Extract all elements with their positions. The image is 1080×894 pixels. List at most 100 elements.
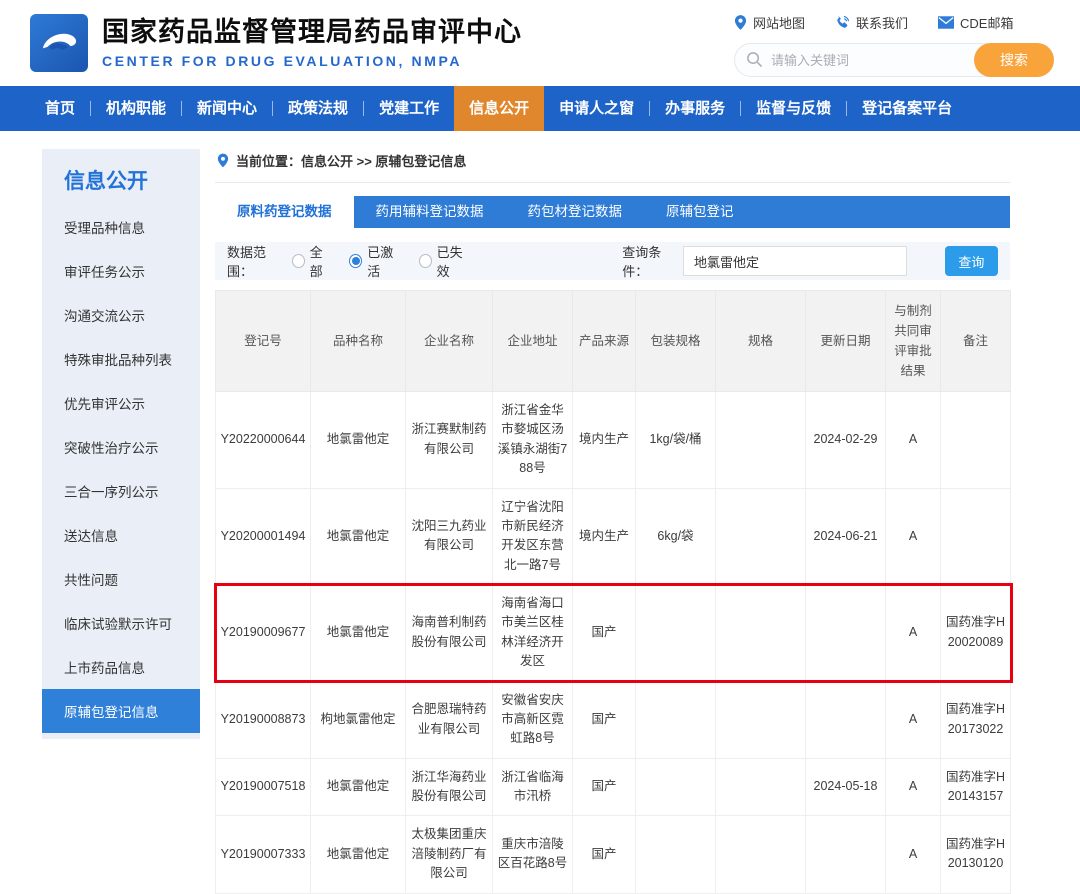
nav-item-2[interactable]: 新闻中心 xyxy=(182,86,272,131)
nav-item-9[interactable]: 登记备案平台 xyxy=(847,86,967,131)
table-cell-3-0: Y20190008873 xyxy=(216,681,311,758)
radio-icon[interactable] xyxy=(419,254,432,268)
sidebar-item-11[interactable]: 原辅包登记信息 xyxy=(42,689,200,733)
nav-item-6[interactable]: 申请人之窗 xyxy=(544,86,649,131)
sidebar-item-0[interactable]: 受理品种信息 xyxy=(42,205,200,249)
nav-item-4[interactable]: 党建工作 xyxy=(364,86,454,131)
table-row: Y20190007333地氯雷他定太极集团重庆涪陵制药厂有限公司重庆市涪陵区百花… xyxy=(216,816,1011,893)
site-search: 搜索 xyxy=(734,43,1054,77)
envelope-icon xyxy=(938,16,954,29)
column-header-0: 登记号 xyxy=(216,291,311,392)
tab-1[interactable]: 药用辅料登记数据 xyxy=(354,196,506,228)
sitemap-label: 网站地图 xyxy=(753,13,805,32)
column-header-8: 与制剂共同审评审批结果 xyxy=(886,291,941,392)
sidebar-items: 受理品种信息审评任务公示沟通交流公示特殊审批品种列表优先审评公示突破性治疗公示三… xyxy=(42,205,200,733)
table-cell-4-7: 2024-05-18 xyxy=(806,758,886,816)
tab-0[interactable]: 原料药登记数据 xyxy=(215,196,354,228)
table-cell-3-7 xyxy=(806,681,886,758)
table-cell-0-3: 浙江省金华市婺城区汤溪镇永湖街788号 xyxy=(493,392,573,489)
table-cell-4-2: 浙江华海药业股份有限公司 xyxy=(406,758,493,816)
phone-icon xyxy=(835,15,850,30)
search-button[interactable]: 搜索 xyxy=(974,43,1054,77)
column-header-9: 备注 xyxy=(941,291,1011,392)
nav-item-1[interactable]: 机构职能 xyxy=(91,86,181,131)
sidebar-item-4[interactable]: 优先审评公示 xyxy=(42,381,200,425)
table-cell-1-2: 沈阳三九药业有限公司 xyxy=(406,488,493,585)
sidebar-item-10[interactable]: 上市药品信息 xyxy=(42,645,200,689)
registration-table: 登记号品种名称企业名称企业地址产品来源包装规格规格更新日期与制剂共同审评审批结果… xyxy=(215,290,1011,894)
table-cell-5-6 xyxy=(716,816,806,893)
site-subtitle: CENTER FOR DRUG EVALUATION, NMPA xyxy=(102,53,522,69)
column-header-5: 包装规格 xyxy=(636,291,716,392)
table-cell-4-1: 地氯雷他定 xyxy=(311,758,406,816)
breadcrumb-text: 当前位置：信息公开 >> 原辅包登记信息 xyxy=(236,151,466,170)
contact-link[interactable]: 联系我们 xyxy=(835,13,908,32)
table-cell-4-4: 国产 xyxy=(573,758,636,816)
nav-item-8[interactable]: 监督与反馈 xyxy=(741,86,846,131)
nav-item-7[interactable]: 办事服务 xyxy=(650,86,740,131)
table-cell-5-9: 国药准字H20130120 xyxy=(941,816,1011,893)
table-cell-2-7 xyxy=(806,585,886,682)
column-header-7: 更新日期 xyxy=(806,291,886,392)
table-cell-3-8: A xyxy=(886,681,941,758)
table-cell-1-6 xyxy=(716,488,806,585)
sitemap-link[interactable]: 网站地图 xyxy=(734,13,805,32)
site-header: 国家药品监督管理局药品审评中心 CENTER FOR DRUG EVALUATI… xyxy=(0,0,1080,86)
nav-item-0[interactable]: 首页 xyxy=(30,86,90,131)
sidebar-item-1[interactable]: 审评任务公示 xyxy=(42,249,200,293)
radio-icon[interactable] xyxy=(349,254,362,268)
table-cell-1-8: A xyxy=(886,488,941,585)
table-cell-1-3: 辽宁省沈阳市新民经济开发区东营北一路7号 xyxy=(493,488,573,585)
sidebar-item-8[interactable]: 共性问题 xyxy=(42,557,200,601)
table-cell-0-9 xyxy=(941,392,1011,489)
table-cell-2-6 xyxy=(716,585,806,682)
scope-option-0[interactable]: 全部 xyxy=(292,242,333,280)
tab-3[interactable]: 原辅包登记 xyxy=(644,196,756,228)
cde-mail-link[interactable]: CDE邮箱 xyxy=(938,13,1013,32)
nav-item-5[interactable]: 信息公开 xyxy=(454,86,544,131)
table-cell-3-9: 国药准字H20173022 xyxy=(941,681,1011,758)
table-cell-0-0: Y20220000644 xyxy=(216,392,311,489)
table-cell-0-7: 2024-02-29 xyxy=(806,392,886,489)
sidebar-item-5[interactable]: 突破性治疗公示 xyxy=(42,425,200,469)
table-cell-3-1: 枸地氯雷他定 xyxy=(311,681,406,758)
table-cell-3-4: 国产 xyxy=(573,681,636,758)
table-cell-4-9: 国药准字H20143157 xyxy=(941,758,1011,816)
table-cell-0-8: A xyxy=(886,392,941,489)
sidebar-item-2[interactable]: 沟通交流公示 xyxy=(42,293,200,337)
sidebar: 信息公开 受理品种信息审评任务公示沟通交流公示特殊审批品种列表优先审评公示突破性… xyxy=(42,149,200,739)
table-cell-3-6 xyxy=(716,681,806,758)
query-input[interactable] xyxy=(683,246,907,276)
scope-option-2[interactable]: 已失效 xyxy=(419,242,472,280)
tab-2[interactable]: 药包材登记数据 xyxy=(506,196,645,228)
location-pin-icon xyxy=(734,15,747,30)
cde-mail-label: CDE邮箱 xyxy=(960,13,1013,32)
breadcrumb: 当前位置：信息公开 >> 原辅包登记信息 xyxy=(215,149,1010,183)
table-cell-2-2: 海南普利制药股份有限公司 xyxy=(406,585,493,682)
table-cell-1-1: 地氯雷他定 xyxy=(311,488,406,585)
radio-label: 全部 xyxy=(310,242,334,280)
table-body: Y20220000644地氯雷他定浙江赛默制药有限公司浙江省金华市婺城区汤溪镇永… xyxy=(216,392,1011,894)
column-header-2: 企业名称 xyxy=(406,291,493,392)
sidebar-item-6[interactable]: 三合一序列公示 xyxy=(42,469,200,513)
scope-option-1[interactable]: 已激活 xyxy=(349,242,402,280)
data-tabs: 原料药登记数据药用辅料登记数据药包材登记数据原辅包登记 xyxy=(215,196,1010,228)
radio-icon[interactable] xyxy=(292,254,305,268)
table-header-row: 登记号品种名称企业名称企业地址产品来源包装规格规格更新日期与制剂共同审评审批结果… xyxy=(216,291,1011,392)
nav-item-3[interactable]: 政策法规 xyxy=(273,86,363,131)
sidebar-item-3[interactable]: 特殊审批品种列表 xyxy=(42,337,200,381)
scope-label: 数据范围： xyxy=(227,242,288,280)
table-cell-0-2: 浙江赛默制药有限公司 xyxy=(406,392,493,489)
sidebar-item-7[interactable]: 送达信息 xyxy=(42,513,200,557)
sidebar-item-9[interactable]: 临床试验默示许可 xyxy=(42,601,200,645)
table-cell-1-4: 境内生产 xyxy=(573,488,636,585)
table-row: Y20220000644地氯雷他定浙江赛默制药有限公司浙江省金华市婺城区汤溪镇永… xyxy=(216,392,1011,489)
column-header-1: 品种名称 xyxy=(311,291,406,392)
scope-radio-group: 全部已激活已失效 xyxy=(292,242,472,280)
filter-bar: 数据范围： 全部已激活已失效 查询条件： 查询 xyxy=(215,242,1010,280)
table-cell-0-1: 地氯雷他定 xyxy=(311,392,406,489)
contact-label: 联系我们 xyxy=(856,13,908,32)
table-cell-4-8: A xyxy=(886,758,941,816)
query-button[interactable]: 查询 xyxy=(945,246,998,276)
main-content: 当前位置：信息公开 >> 原辅包登记信息 原料药登记数据药用辅料登记数据药包材登… xyxy=(215,149,1010,894)
